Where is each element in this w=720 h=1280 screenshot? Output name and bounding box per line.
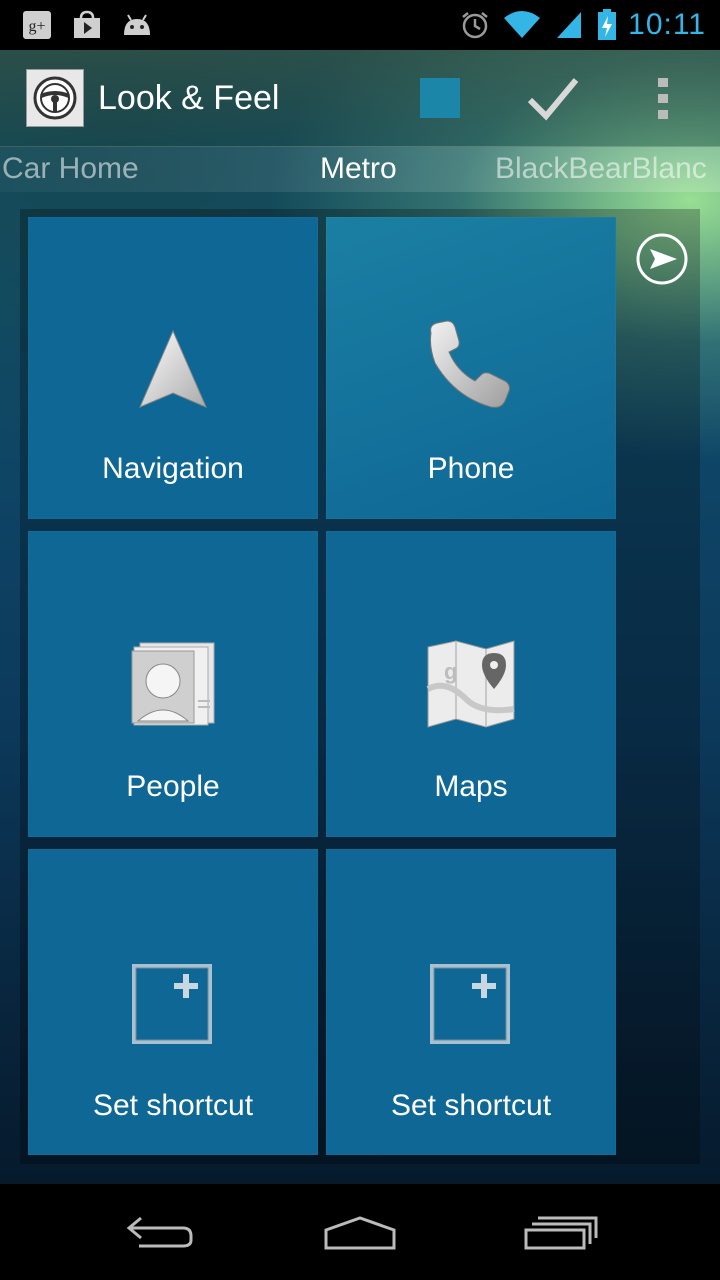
navigation-arrow-icon — [28, 329, 318, 411]
status-bar: g+ 10:11 — [0, 0, 720, 50]
phone-handset-icon — [326, 319, 616, 411]
svg-text:g+: g+ — [28, 18, 45, 35]
tab-next-theme[interactable]: BlackBearBlanc — [495, 146, 720, 192]
page-title: Look & Feel — [98, 78, 280, 117]
next-page-arrow-icon[interactable] — [635, 232, 689, 286]
play-store-icon — [70, 10, 104, 40]
tile-label: Set shortcut — [390, 1089, 552, 1122]
action-bar: Look & Feel — [0, 50, 720, 147]
back-arrow-icon — [126, 1216, 193, 1248]
add-shortcut-icon — [326, 962, 616, 1044]
tile-maps[interactable]: g Maps — [326, 531, 616, 837]
maps-icon: g — [326, 639, 616, 729]
app-logo-steering-wheel-icon[interactable] — [26, 69, 84, 127]
home-icon — [324, 1216, 396, 1250]
wifi-icon — [502, 10, 542, 40]
theme-tab-strip: Car Home Metro BlackBearBlanc — [0, 146, 720, 192]
add-shortcut-icon — [28, 962, 318, 1044]
svg-text:g: g — [444, 659, 457, 684]
contacts-card-icon — [28, 641, 318, 727]
clock: 10:11 — [628, 8, 706, 41]
recent-apps-icon — [524, 1216, 598, 1250]
confirm-check-icon[interactable] — [526, 72, 580, 124]
tile-set-shortcut-left[interactable]: Set shortcut — [28, 849, 318, 1155]
tile-navigation[interactable]: Navigation — [28, 217, 318, 519]
google-plus-icon: g+ — [20, 10, 54, 40]
system-navigation-bar — [0, 1184, 720, 1280]
battery-charging-icon — [596, 9, 618, 40]
recent-apps-button[interactable] — [522, 1206, 602, 1258]
overflow-menu-icon[interactable] — [656, 78, 670, 120]
tile-set-shortcut-right[interactable]: Set shortcut — [326, 849, 616, 1155]
tile-label: People — [126, 770, 220, 803]
back-button[interactable] — [120, 1206, 200, 1258]
tile-label: Phone — [427, 452, 515, 485]
signal-icon — [552, 10, 586, 40]
tile-people[interactable]: People — [28, 531, 318, 837]
android-debug-icon — [120, 10, 154, 40]
tile-label: Set shortcut — [92, 1089, 254, 1122]
tile-label: Maps — [434, 770, 508, 803]
tab-current-theme[interactable]: Metro — [320, 146, 397, 192]
tile-phone[interactable]: Phone — [326, 217, 616, 519]
tab-previous-theme[interactable]: Car Home — [2, 146, 139, 192]
alarm-icon — [458, 10, 492, 40]
color-picker-button[interactable] — [420, 78, 460, 118]
home-button[interactable] — [320, 1206, 400, 1258]
tile-label: Navigation — [102, 452, 244, 485]
